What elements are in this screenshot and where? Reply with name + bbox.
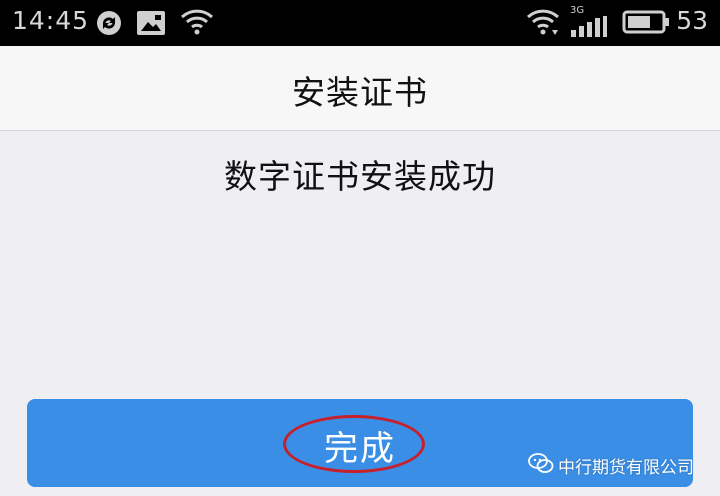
- network-type-label: 3G: [570, 5, 585, 16]
- battery-percent: 53: [676, 6, 708, 35]
- status-bar: 14:45 3G 53: [0, 0, 720, 46]
- status-time: 14:45: [12, 6, 90, 35]
- wifi-download-icon: [526, 8, 560, 42]
- nav-header: 安装证书: [0, 46, 720, 131]
- success-message: 数字证书安装成功: [224, 157, 496, 196]
- page-title: 安装证书: [292, 73, 428, 112]
- wechat-icon: [528, 452, 554, 478]
- battery-icon: [622, 10, 670, 38]
- watermark-text: 中行期货有限公司: [558, 457, 694, 478]
- image-icon: [136, 10, 166, 40]
- signal-icon: [570, 16, 608, 42]
- sync-icon: [94, 8, 124, 42]
- wifi-icon: [180, 8, 214, 40]
- watermark: 中行期货有限公司: [528, 452, 694, 478]
